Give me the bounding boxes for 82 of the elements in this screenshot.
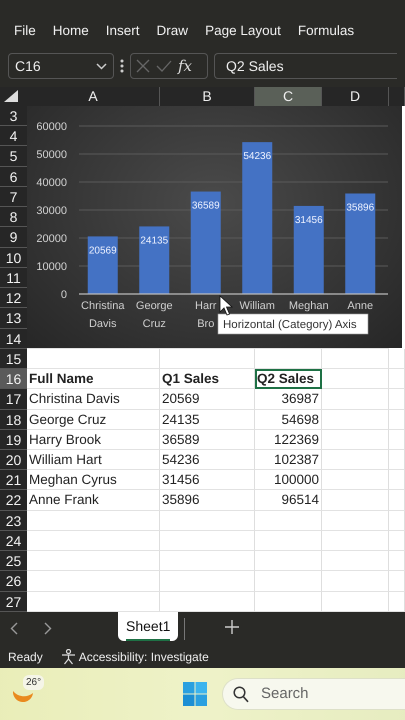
insert-function-button[interactable]: fx [178,54,192,78]
temperature-badge: 26° [23,675,44,690]
ribbon-tab[interactable]: Home [52,20,89,42]
table-cell[interactable]: 122369 [255,430,322,450]
row-header[interactable]: 15 [0,348,27,370]
row-header[interactable]: 8 [0,207,27,228]
ribbon-tab[interactable]: Page Layout [205,20,281,42]
chart-area[interactable]: 0 10000 20000 30000 40000 50000 60000 20569 24135 36589 54236 31456 35896 Christina Davis George Cruz Harr Bro William Meghan Anne Horizontal (Category) Axis [27,106,402,348]
category-label: Anne [347,300,374,312]
row-header[interactable]: 5 [0,146,27,167]
row-header[interactable]: 3 [0,106,27,126]
row-header[interactable]: 13 [0,308,27,329]
ribbon-tab[interactable]: File [14,20,36,42]
category-label: William [240,300,275,312]
row-header[interactable]: 24 [0,530,27,552]
row-header[interactable]: 22 [0,490,27,511]
accessibility-status[interactable]: Accessibility: Investigate [78,648,209,666]
table-cell[interactable]: Anne Frank [27,490,160,511]
name-box[interactable]: C16 [8,53,114,79]
ribbon-tab[interactable]: Draw [156,20,188,42]
data-label: 20569 [88,245,117,256]
table-cell[interactable]: 36987 [255,389,322,410]
table-cell[interactable]: Q1 Sales [160,369,255,390]
search-field[interactable]: Search [222,678,405,710]
sheet-tab[interactable]: Sheet1 [118,612,178,641]
row-header[interactable]: 9 [0,227,27,248]
data-label: 31456 [294,214,323,226]
row-header[interactable]: 14 [0,328,27,349]
row-header[interactable]: 10 [0,248,27,268]
row-header[interactable]: 19 [0,430,27,450]
formula-field[interactable]: Q2 Sales [214,53,397,79]
table-cell[interactable]: 20569 [160,389,255,410]
category-label: George Cruz [136,300,173,330]
row-header[interactable]: 27 [0,592,27,612]
data-label: 54236 [243,151,272,162]
row-header[interactable]: 26 [0,571,27,592]
table-cell[interactable]: Christina Davis [27,389,160,410]
row-header[interactable]: 16 [0,369,27,390]
category-label: Harr Bro [195,300,216,330]
data-label: 36589 [192,200,220,212]
table-cell[interactable]: 24135 [160,410,255,430]
table-cell[interactable]: Q2 Sales [255,369,322,390]
table-cell[interactable]: 102387 [255,450,322,470]
row-header[interactable]: 20 [0,450,27,470]
row-header[interactable]: 7 [0,186,27,208]
axis-tick-label: 0 [60,289,67,301]
status-text: Ready [8,648,43,666]
axis-tick-label: 30000 [36,205,67,217]
table-cell[interactable]: William Hart [27,450,160,470]
axis-tick-label: 40000 [36,177,67,189]
ribbon-tab[interactable]: Insert [106,20,140,42]
table-cell[interactable]: Harry Brook [27,430,160,450]
row-header[interactable]: 23 [0,510,27,531]
table-cell[interactable]: 36589 [160,430,255,450]
axis-tick-label: 60000 [36,121,67,133]
row-header[interactable]: 21 [0,470,27,490]
category-label: Christina Davis [81,300,124,330]
row-header[interactable]: 6 [0,166,27,187]
table-cell[interactable]: Full Name [27,369,160,390]
axis-tick-label: 50000 [36,149,67,161]
row-header[interactable]: 12 [0,288,27,308]
column-header[interactable]: C [255,87,322,106]
table-cell[interactable]: 100000 [255,470,322,490]
table-cell[interactable]: George Cruz [27,410,160,430]
row-header[interactable]: 17 [0,389,27,410]
row-header[interactable]: 25 [0,551,27,572]
table-cell[interactable]: 54236 [160,450,255,470]
data-label: 35896 [346,202,374,214]
row-header[interactable]: 11 [0,268,27,288]
table-cell[interactable]: 35896 [160,490,255,511]
axis-tick-label: 10000 [36,261,67,273]
row-header[interactable]: 4 [0,126,27,146]
row-header[interactable]: 18 [0,410,27,430]
table-cell[interactable]: Meghan Cyrus [27,470,160,490]
table-cell[interactable]: 54698 [255,410,322,430]
tooltip: Horizontal (Category) Axis [218,314,368,334]
table-cell[interactable]: 31456 [160,470,255,490]
axis-tick-label: 20000 [36,233,67,245]
category-label: Meghan [288,300,329,312]
ribbon-tab[interactable]: Formulas [298,20,354,42]
table-cell[interactable]: 96514 [255,490,322,511]
data-label: 24135 [140,235,168,246]
